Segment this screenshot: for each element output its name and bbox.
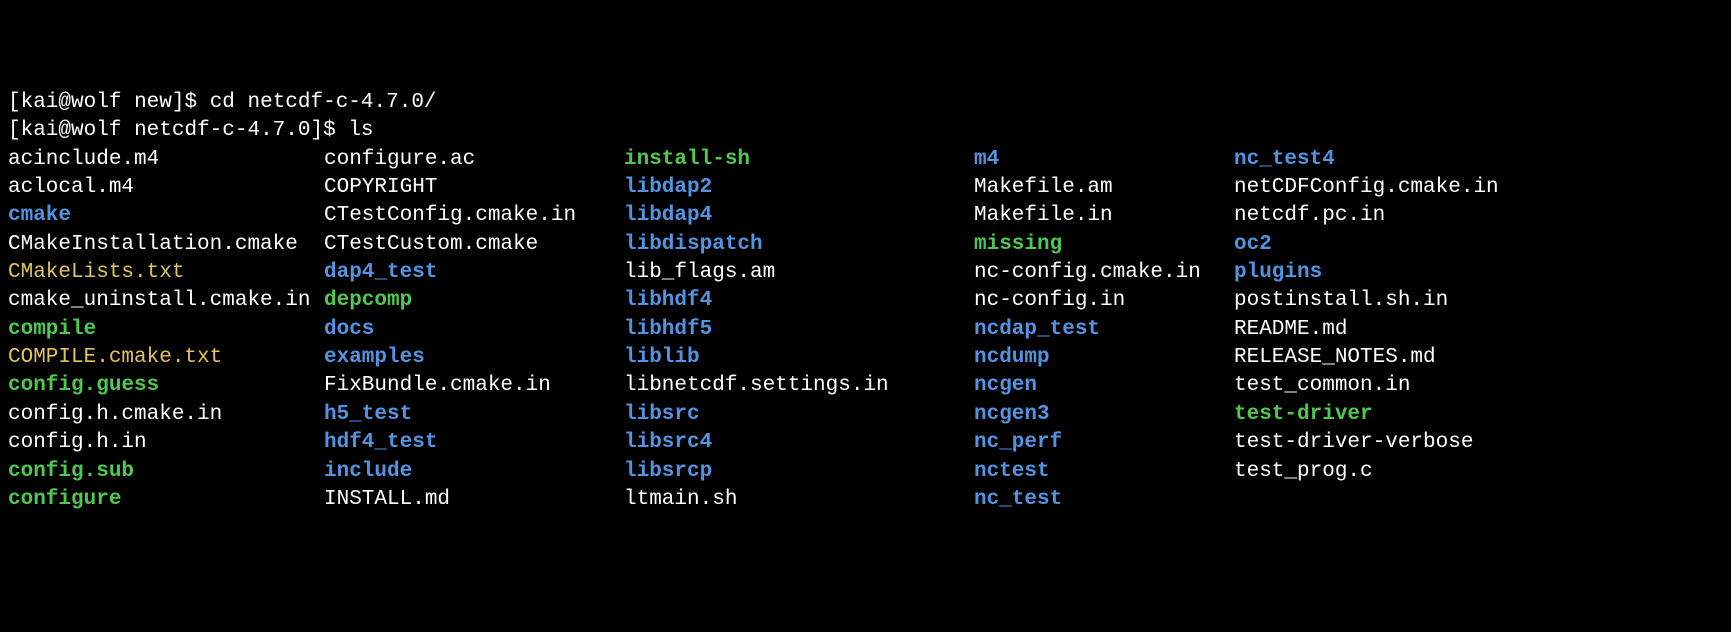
ls-row: config.guessFixBundle.cmake.inlibnetcdf.… <box>8 372 1723 400</box>
ls-row: cmake_uninstall.cmake.indepcomplibhdf4nc… <box>8 287 1723 315</box>
ls-entry: include <box>324 458 624 486</box>
ls-entry: lib_flags.am <box>624 259 974 287</box>
ls-entry: aclocal.m4 <box>8 174 324 202</box>
ls-entry: Makefile.in <box>974 202 1234 230</box>
ls-entry: CTestCustom.cmake <box>324 231 624 259</box>
ls-entry: plugins <box>1234 259 1322 287</box>
ls-row: CMakeLists.txtdap4_testlib_flags.amnc-co… <box>8 259 1723 287</box>
ls-entry: CTestConfig.cmake.in <box>324 202 624 230</box>
ls-entry: Makefile.am <box>974 174 1234 202</box>
ls-entry: libsrc <box>624 401 974 429</box>
ls-row: config.h.inhdf4_testlibsrc4nc_perftest-d… <box>8 429 1723 457</box>
prompt-line-2: [kai@wolf netcdf-c-4.7.0]$ ls <box>8 117 1723 145</box>
ls-entry: ncgen3 <box>974 401 1234 429</box>
ls-entry: dap4_test <box>324 259 624 287</box>
command-2: ls <box>348 119 373 142</box>
ls-entry: test-driver <box>1234 401 1373 429</box>
ls-entry: COPYRIGHT <box>324 174 624 202</box>
ls-entry: libdap4 <box>624 202 974 230</box>
ls-entry: libdap2 <box>624 174 974 202</box>
ls-entry: README.md <box>1234 316 1347 344</box>
ls-entry: libdispatch <box>624 231 974 259</box>
ls-entry: netCDFConfig.cmake.in <box>1234 174 1499 202</box>
ls-entry: libsrcp <box>624 458 974 486</box>
ls-entry: configure <box>8 486 324 514</box>
ls-entry: ltmain.sh <box>624 486 974 514</box>
ls-row: config.h.cmake.inh5_testlibsrcncgen3test… <box>8 401 1723 429</box>
ls-entry: test-driver-verbose <box>1234 429 1473 457</box>
ls-entry: configure.ac <box>324 146 624 174</box>
ls-entry: config.guess <box>8 372 324 400</box>
ls-entry: libhdf4 <box>624 287 974 315</box>
ls-entry: libnetcdf.settings.in <box>624 372 974 400</box>
ls-row: aclocal.m4COPYRIGHTlibdap2Makefile.amnet… <box>8 174 1723 202</box>
ls-entry: test_prog.c <box>1234 458 1373 486</box>
ls-entry: INSTALL.md <box>324 486 624 514</box>
ls-entry: missing <box>974 231 1234 259</box>
ls-row: cmakeCTestConfig.cmake.inlibdap4Makefile… <box>8 202 1723 230</box>
ls-entry: examples <box>324 344 624 372</box>
ls-entry: cmake <box>8 202 324 230</box>
command-1: cd netcdf-c-4.7.0/ <box>210 91 437 114</box>
ls-entry: depcomp <box>324 287 624 315</box>
ls-row: COMPILE.cmake.txtexamplesliblibncdumpREL… <box>8 344 1723 372</box>
ls-entry: libhdf5 <box>624 316 974 344</box>
ls-entry: nc_test4 <box>1234 146 1335 174</box>
ls-row: compiledocslibhdf5ncdap_testREADME.md <box>8 316 1723 344</box>
terminal[interactable]: [kai@wolf new]$ cd netcdf-c-4.7.0/[kai@w… <box>8 89 1723 514</box>
ls-entry: nc_test <box>974 486 1234 514</box>
ls-row: config.subincludelibsrcpnctesttest_prog.… <box>8 458 1723 486</box>
ls-entry: cmake_uninstall.cmake.in <box>8 287 324 315</box>
ls-entry: COMPILE.cmake.txt <box>8 344 324 372</box>
ls-row: acinclude.m4configure.acinstall-shm4nc_t… <box>8 146 1723 174</box>
ls-entry: CMakeLists.txt <box>8 259 324 287</box>
ls-entry: nc-config.cmake.in <box>974 259 1234 287</box>
ls-entry: netcdf.pc.in <box>1234 202 1385 230</box>
ls-entry: ncdump <box>974 344 1234 372</box>
ls-entry: FixBundle.cmake.in <box>324 372 624 400</box>
ls-row: CMakeInstallation.cmakeCTestCustom.cmake… <box>8 231 1723 259</box>
ls-entry: config.sub <box>8 458 324 486</box>
ls-entry: test_common.in <box>1234 372 1410 400</box>
ls-entry: compile <box>8 316 324 344</box>
ls-entry: hdf4_test <box>324 429 624 457</box>
ls-entry: postinstall.sh.in <box>1234 287 1448 315</box>
ls-entry: nctest <box>974 458 1234 486</box>
ls-entry: nc_perf <box>974 429 1234 457</box>
ls-entry: nc-config.in <box>974 287 1234 315</box>
ls-entry: ncgen <box>974 372 1234 400</box>
ls-entry: acinclude.m4 <box>8 146 324 174</box>
ls-row: configureINSTALL.mdltmain.shnc_test <box>8 486 1723 514</box>
ls-entry: libsrc4 <box>624 429 974 457</box>
ls-entry: config.h.in <box>8 429 324 457</box>
ls-entry: CMakeInstallation.cmake <box>8 231 324 259</box>
ls-entry: docs <box>324 316 624 344</box>
ls-entry: oc2 <box>1234 231 1272 259</box>
prompt-line-1: [kai@wolf new]$ cd netcdf-c-4.7.0/ <box>8 89 1723 117</box>
ls-output: acinclude.m4configure.acinstall-shm4nc_t… <box>8 146 1723 514</box>
ls-entry: RELEASE_NOTES.md <box>1234 344 1436 372</box>
ls-entry: ncdap_test <box>974 316 1234 344</box>
ls-entry: install-sh <box>624 146 974 174</box>
ls-entry: h5_test <box>324 401 624 429</box>
ls-entry: config.h.cmake.in <box>8 401 324 429</box>
ls-entry: m4 <box>974 146 1234 174</box>
ls-entry: liblib <box>624 344 974 372</box>
